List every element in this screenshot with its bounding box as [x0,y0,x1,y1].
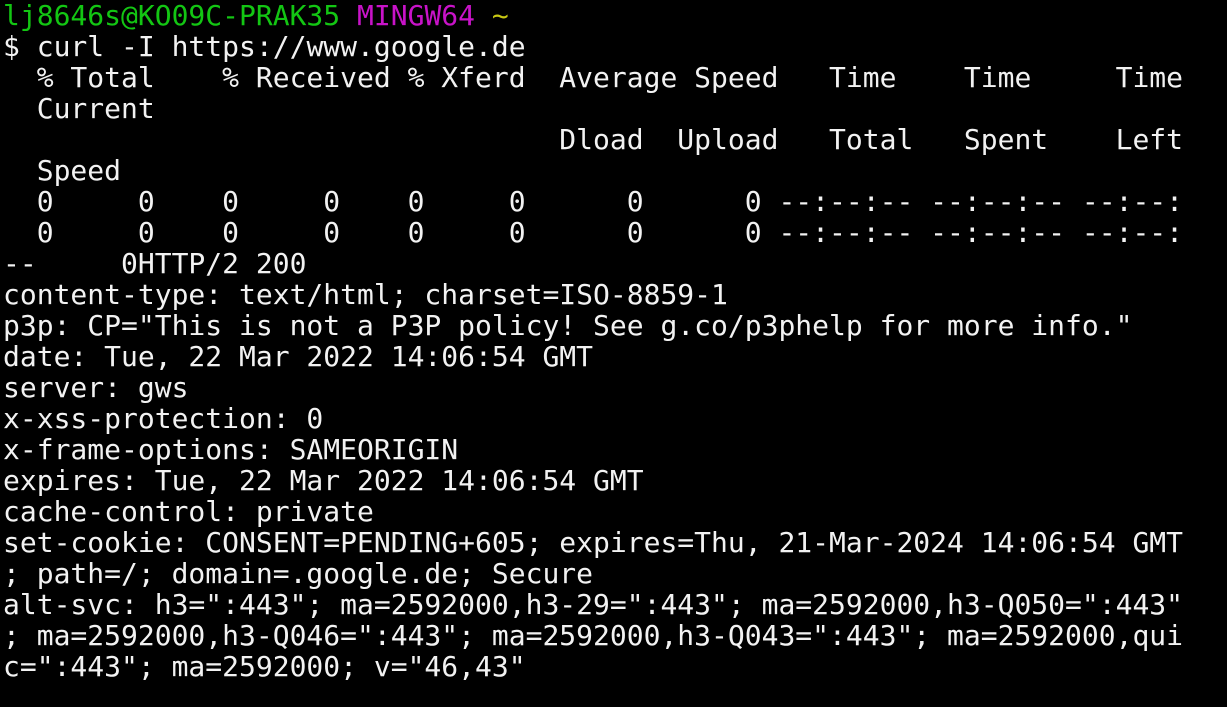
response-header-p3p: p3p: CP="This is not a P3P policy! See g… [3,310,1133,341]
progress-row-2-tail: -- 0HTTP/2 200 [3,248,307,279]
progress-header-2-wrap: Speed [3,155,122,186]
progress-row-1: 0 0 0 0 0 0 0 0 --:--:-- --:--:-- --:--: [3,186,1184,217]
response-header-x-frame-options: x-frame-options: SAMEORIGIN [3,434,459,465]
response-header-alt-svc-wrap-2: c=":443"; ma=2592000; v="46,43" [3,651,526,682]
command-text: curl -I https://www.google.de [36,31,526,62]
progress-header-2: Dload Upload Total Spent Left [3,124,1217,155]
response-header-content-type: content-type: text/html; charset=ISO-885… [3,279,728,310]
progress-header-1-wrap: Current [3,93,155,124]
prompt-cwd: ~ [491,0,509,31]
response-header-set-cookie: set-cookie: CONSENT=PENDING+605; expires… [3,527,1184,558]
progress-row-2: 0 0 0 0 0 0 0 0 --:--:-- --:--:-- --:--: [3,217,1184,248]
command-line: $ curl -I https://www.google.de [3,31,1227,62]
response-header-cache-control: cache-control: private [3,496,374,527]
prompt-symbol: $ [3,31,20,62]
response-header-server: server: gws [3,372,189,403]
terminal-window[interactable]: lj8646s@KO09C-PRAK35 MINGW64 ~ $ curl -I… [0,0,1227,707]
progress-header-1: % Total % Received % Xferd Average Speed… [3,62,1217,93]
response-header-expires: expires: Tue, 22 Mar 2022 14:06:54 GMT [3,465,644,496]
response-header-set-cookie-wrap: ; path=/; domain=.google.de; Secure [3,558,594,589]
response-header-alt-svc: alt-svc: h3=":443"; ma=2592000,h3-29=":4… [3,589,1184,620]
response-header-alt-svc-wrap-1: ; ma=2592000,h3-Q046=":443"; ma=2592000,… [3,620,1184,651]
prompt-line: lj8646s@KO09C-PRAK35 MINGW64 ~ [3,0,1227,31]
response-header-x-xss-protection: x-xss-protection: 0 [3,403,324,434]
response-header-date: date: Tue, 22 Mar 2022 14:06:54 GMT [3,341,594,372]
prompt-user-host: lj8646s@KO09C-PRAK35 [3,0,341,31]
prompt-shell-name: MINGW64 [357,0,476,31]
